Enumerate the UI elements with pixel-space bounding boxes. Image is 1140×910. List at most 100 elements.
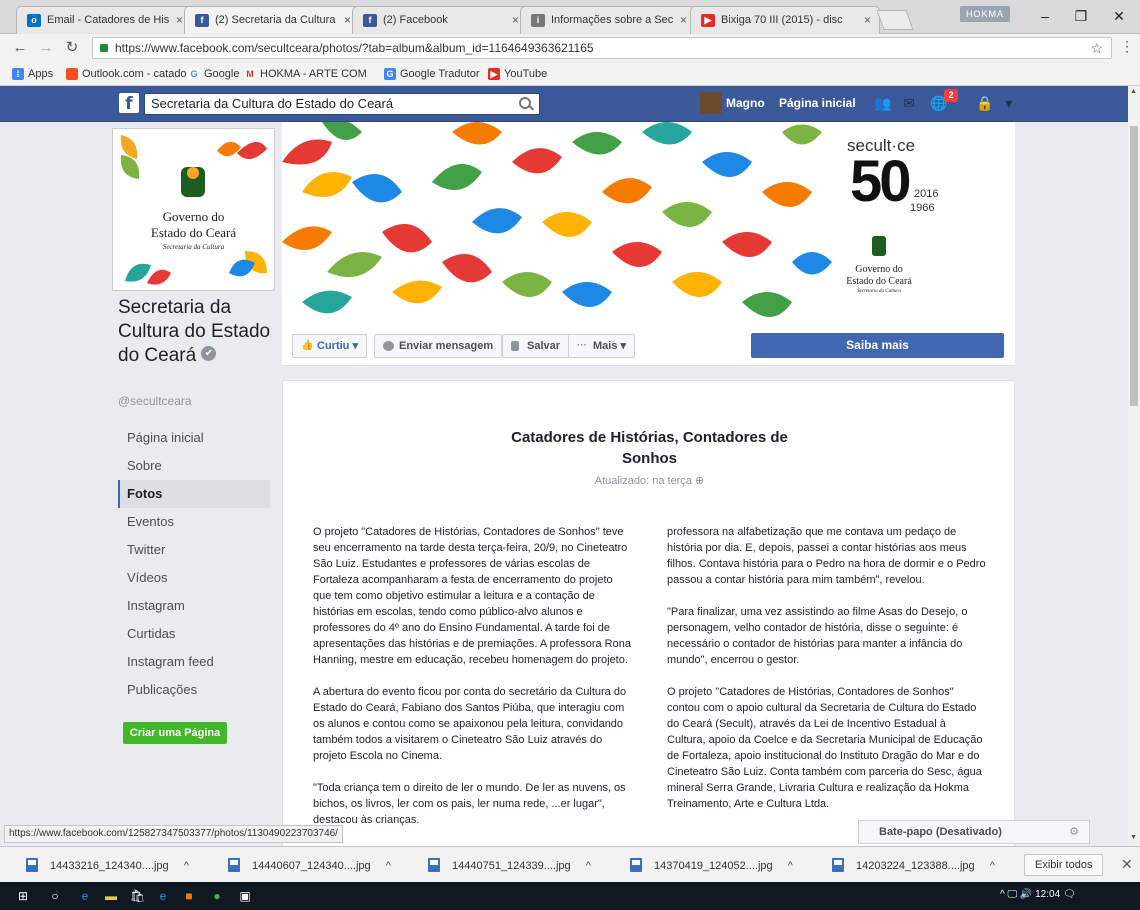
window-close-icon[interactable]: ✕ [1104, 6, 1134, 26]
cover-year-top: 2016 [914, 188, 939, 200]
bookmark-youtube[interactable]: ▶ YouTube [488, 66, 547, 82]
office-icon[interactable]: ■ [182, 889, 196, 903]
sidebar-item-instagram[interactable]: Instagram [118, 592, 270, 620]
download-item[interactable]: 14440607_124340....jpg ^ [228, 856, 391, 876]
page-scrollbar[interactable]: ▲ ▼ [1128, 86, 1140, 846]
bookmark-label: Google Tradutor [400, 68, 480, 80]
gov-line-3: Secretaria da Cultura [162, 243, 225, 251]
chevron-up-icon[interactable]: ^ [184, 856, 189, 876]
close-icon[interactable]: × [344, 7, 351, 33]
sidebar-item-home[interactable]: Página inicial [118, 424, 270, 452]
save-label: Salvar [527, 340, 561, 352]
home-link[interactable]: Página inicial [779, 96, 856, 110]
windows-start-icon[interactable]: ⊞ [16, 889, 30, 903]
chrome-icon[interactable]: ● [210, 889, 224, 903]
sidebar-item-photos[interactable]: Fotos [118, 480, 270, 508]
bookmark-translate[interactable]: G Google Tradutor [384, 66, 480, 82]
paragraph: O projeto "Catadores de Histórias, Conta… [313, 526, 631, 666]
sidebar-item-events[interactable]: Eventos [118, 508, 270, 536]
tab-title: (2) Secretaria da Cultura [215, 14, 336, 26]
scroll-up-icon[interactable]: ▲ [1130, 88, 1137, 95]
messages-icon[interactable]: ✉ [900, 95, 918, 111]
close-icon[interactable]: × [680, 7, 687, 33]
sidebar-item-videos[interactable]: Vídeos [118, 564, 270, 592]
chevron-up-icon[interactable]: ^ [586, 856, 591, 876]
close-icon[interactable]: × [176, 7, 183, 33]
edge-browser-icon[interactable]: e [78, 889, 92, 903]
sidebar-item-twitter[interactable]: Twitter [118, 536, 270, 564]
back-icon[interactable]: ← [10, 38, 30, 58]
restore-icon[interactable]: ❐ [1066, 6, 1096, 26]
tab-bixiga[interactable]: ▶ Bixiga 70 III (2015) - disc × [690, 6, 880, 34]
bookmark-google[interactable]: G Google [188, 66, 239, 82]
download-filename: 14440607_124340....jpg [252, 860, 371, 872]
close-icon[interactable]: ✕ [1121, 856, 1133, 873]
tab-email[interactable]: o Email - Catadores de His × [16, 6, 192, 34]
image-file-icon [228, 858, 240, 872]
page-title[interactable]: Secretaria da Cultura do Estado do Ceará… [118, 296, 278, 368]
facebook-logo-icon[interactable]: f [119, 93, 139, 114]
page-handle[interactable]: @secultceara [118, 394, 192, 408]
scrollbar-thumb[interactable] [1130, 126, 1138, 406]
learn-more-button[interactable]: Saiba mais [751, 333, 1004, 358]
url-input[interactable]: https://www.facebook.com/secultceara/pho… [92, 37, 1112, 59]
page-profile-picture[interactable]: Governo do Estado do Ceará Secretaria da… [113, 129, 274, 290]
download-item[interactable]: 14203224_123388....jpg ^ [832, 856, 995, 876]
download-item[interactable]: 14370419_124052....jpg ^ [630, 856, 793, 876]
facebook-icon: f [363, 14, 377, 27]
bookmark-label: Outlook.com - catado [82, 68, 187, 80]
chevron-up-icon[interactable]: ^ [990, 856, 995, 876]
minimize-icon[interactable]: – [1030, 6, 1060, 26]
tab-informacoes[interactable]: i Informações sobre a Sec × [520, 6, 696, 34]
new-tab-button[interactable] [876, 10, 914, 30]
sidebar-item-about[interactable]: Sobre [118, 452, 270, 480]
reload-icon[interactable]: ↻ [62, 38, 82, 58]
more-button[interactable]: ··· Mais ▾ [568, 334, 636, 358]
chat-settings-icon[interactable]: ⚙ [1069, 821, 1079, 843]
system-tray[interactable]: ^ 🖵 🔊 12:04 🗨 [1000, 889, 1076, 900]
chevron-up-icon[interactable]: ^ [788, 856, 793, 876]
bookmark-star-icon[interactable]: ☆ [1090, 38, 1103, 58]
forward-icon[interactable]: → [36, 38, 56, 58]
download-item[interactable]: 14433216_124340....jpg ^ [26, 856, 189, 876]
send-message-button[interactable]: Enviar mensagem [374, 334, 503, 358]
bookmark-apps[interactable]: ⁞ Apps [12, 66, 53, 82]
chevron-up-icon[interactable]: ^ [386, 856, 391, 876]
account-menu-chevron-down-icon[interactable]: ▾ [1000, 95, 1018, 111]
privacy-shortcuts-icon[interactable]: 🔒 [974, 95, 996, 111]
image-file-icon [630, 858, 642, 872]
download-item[interactable]: 14440751_124339....jpg ^ [428, 856, 591, 876]
bookmark-label: Apps [28, 68, 54, 80]
album-card: Catadores de Histórias, Contadores de So… [282, 380, 1015, 860]
album-title: Catadores de Histórias, Contadores de So… [511, 429, 788, 467]
app-icon[interactable]: ▣ [238, 889, 252, 903]
save-button[interactable]: Salvar [502, 334, 570, 358]
facebook-top-bar: f Secretaria da Cultura do Estado do Cea… [0, 86, 1128, 122]
browser-menu-icon[interactable]: ⋮ [1120, 38, 1134, 55]
close-icon[interactable]: × [512, 7, 519, 33]
store-icon[interactable]: 🛍 [130, 889, 145, 903]
bookmark-hokma[interactable]: M HOKMA - ARTE COM [244, 66, 367, 82]
bookmark-outlook[interactable]: Outlook.com - catado [66, 66, 187, 82]
internet-explorer-icon[interactable]: e [156, 889, 170, 903]
chat-sidebar-toggle[interactable]: Bate-papo (Desativado) ⚙ [858, 820, 1090, 844]
file-explorer-icon[interactable]: ▬ [104, 889, 118, 903]
tab-facebook[interactable]: f (2) Facebook × [352, 6, 528, 34]
search-input[interactable]: Secretaria da Cultura do Estado do Ceará [144, 93, 540, 115]
sidebar-item-instagram-feed[interactable]: Instagram feed [118, 648, 270, 676]
create-page-button[interactable]: Criar uma Página [123, 722, 227, 744]
close-icon[interactable]: × [864, 7, 871, 33]
friend-requests-icon[interactable]: 👥 [874, 95, 892, 111]
profile-badge[interactable]: HOKMA [960, 6, 1010, 22]
like-button[interactable]: 👍 Curtiu ▾ [292, 334, 367, 358]
notifications-icon[interactable]: 🗨 [1063, 889, 1076, 900]
profile-link[interactable]: Magno [700, 92, 765, 114]
scroll-down-icon[interactable]: ▼ [1130, 834, 1137, 841]
show-all-downloads-button[interactable]: Exibir todos [1024, 854, 1104, 876]
cover-photo[interactable]: secult·ce 50 2016 1966 Governo do Estado… [282, 122, 1015, 328]
cortana-search-icon[interactable]: ○ [48, 889, 62, 903]
sidebar-item-likes[interactable]: Curtidas [118, 620, 270, 648]
tab-secretaria[interactable]: f (2) Secretaria da Cultura × [184, 6, 360, 34]
sidebar-item-posts[interactable]: Publicações [118, 676, 270, 704]
search-icon[interactable] [519, 97, 531, 109]
